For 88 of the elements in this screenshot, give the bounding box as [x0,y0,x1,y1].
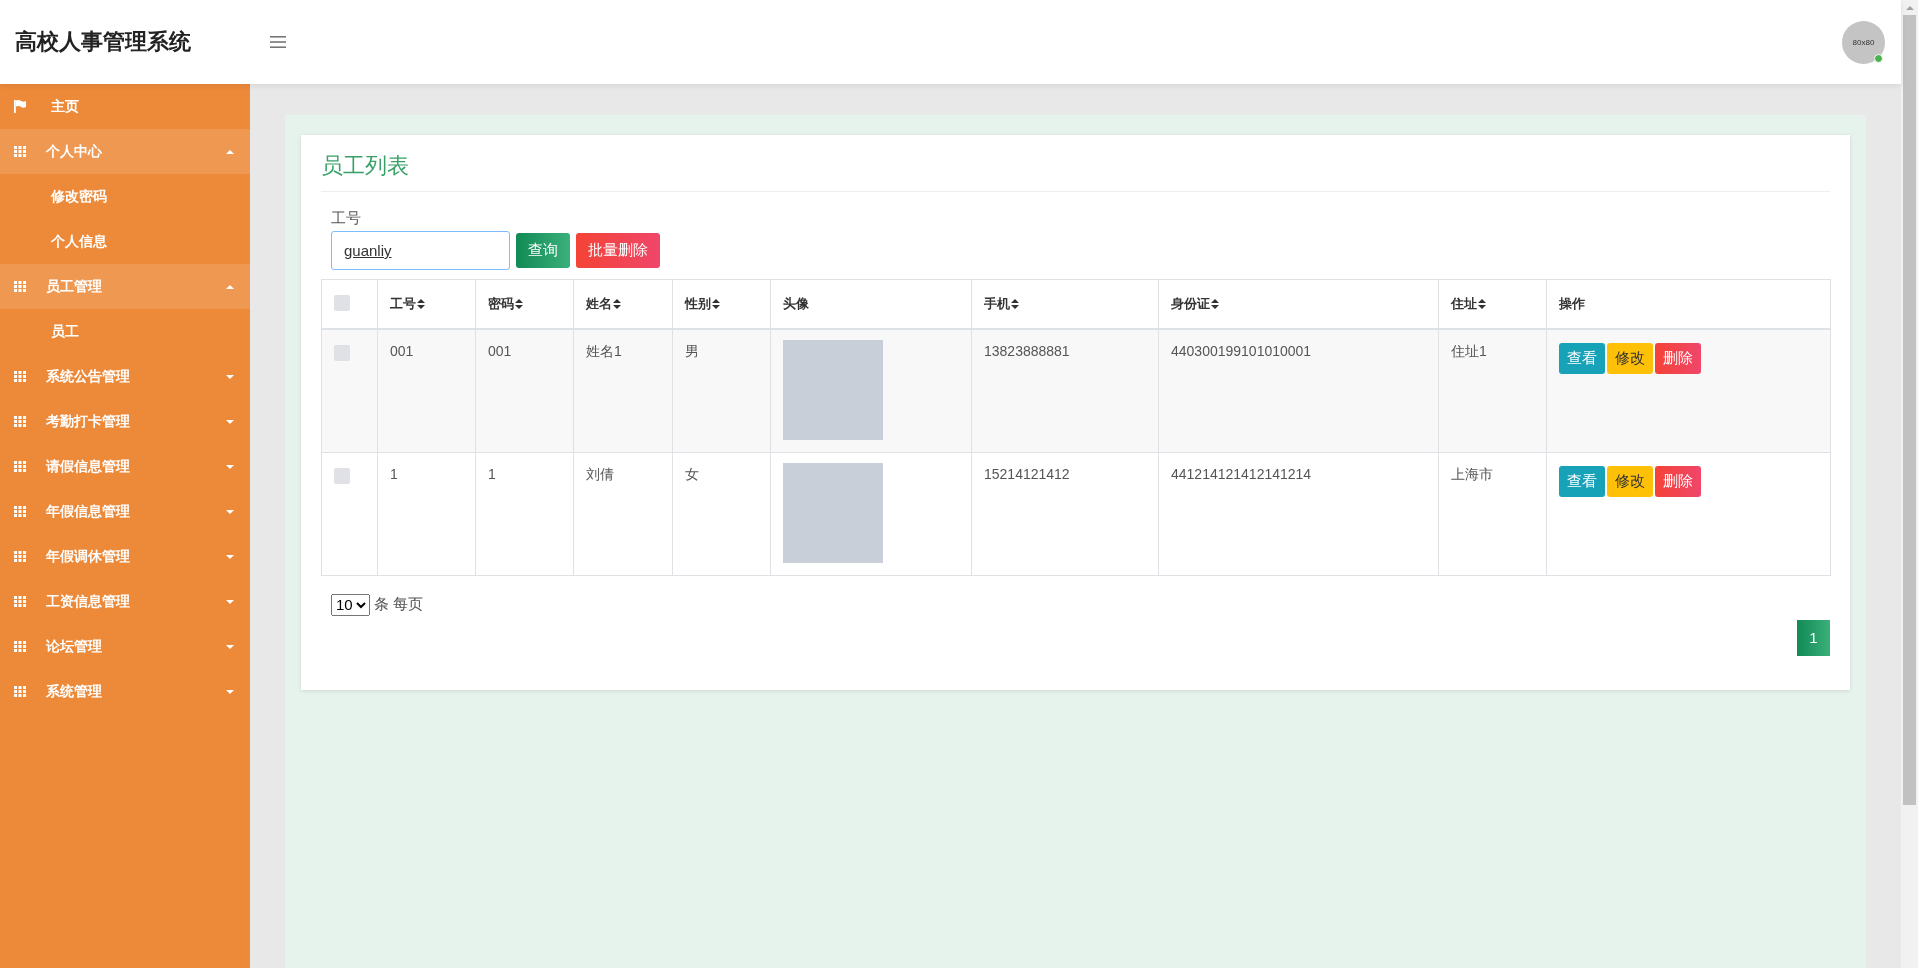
online-status-icon [1874,54,1883,63]
column-header[interactable]: 工号 [390,295,425,313]
grid-icon [14,506,26,517]
scrollbar[interactable] [1901,0,1918,968]
sidebar-item[interactable]: 主页 [0,84,250,129]
caret-down-icon [226,509,234,514]
table-cell: 440300199101010001 [1171,343,1312,359]
sort-icon[interactable] [613,299,621,309]
page-button[interactable]: 1 [1797,619,1830,656]
sidebar-item[interactable]: 系统管理 [0,669,250,714]
sidebar-item[interactable]: 论坛管理 [0,624,250,669]
batch-delete-button[interactable]: 批量删除 [576,233,660,268]
menu-icon[interactable] [270,36,286,48]
table-cell: 女 [685,465,699,482]
page-title: 员工列表 [321,151,1830,192]
delete-button[interactable]: 删除 [1655,343,1701,374]
select-all-checkbox[interactable] [334,294,350,311]
grid-icon [14,461,26,472]
sidebar-item[interactable]: 员工管理 [0,264,250,309]
grid-icon [14,641,26,652]
search-button[interactable]: 查询 [516,233,570,268]
caret-down-icon [226,464,234,469]
grid-icon [14,146,26,157]
scrollbar-thumb[interactable] [1903,15,1916,805]
table-cell: 13823888881 [984,343,1070,359]
sidebar-item[interactable]: 考勤打卡管理 [0,399,250,444]
sort-icon[interactable] [515,299,523,309]
sidebar-item[interactable]: 请假信息管理 [0,444,250,489]
table-cell: 刘倩 [586,465,614,482]
app-title: 高校人事管理系统 [14,28,192,56]
grid-icon [14,416,26,427]
edit-button[interactable]: 修改 [1607,465,1653,497]
table-cell: 1 [488,465,496,482]
sidebar-item[interactable]: 个人中心 [0,129,250,174]
sort-icon[interactable] [1211,299,1219,309]
grid-icon [14,596,26,607]
table-cell: 上海市 [1451,465,1493,482]
edit-button[interactable]: 修改 [1607,343,1653,374]
flag-icon [14,100,26,113]
field-label: 工号 [331,209,362,228]
column-header: 操作 [1559,295,1585,313]
caret-down-icon [226,644,234,649]
sort-icon[interactable] [712,299,720,309]
sort-icon[interactable] [1011,299,1019,309]
column-header[interactable]: 住址 [1451,295,1486,313]
sidebar-item[interactable]: 系统公告管理 [0,354,250,399]
table-cell: 姓名1 [586,343,622,359]
column-header[interactable]: 身份证 [1171,295,1219,313]
caret-down-icon [226,599,234,604]
caret-down-icon [226,554,234,559]
caret-down-icon [226,374,234,379]
grid-icon [14,371,26,382]
sidebar-item[interactable]: 年假调休管理 [0,534,250,579]
row-checkbox[interactable] [334,467,350,484]
sidebar-subitem[interactable]: 修改密码 [0,174,250,219]
delete-button[interactable]: 删除 [1655,465,1701,497]
table-cell: 001 [390,343,414,359]
column-header[interactable]: 手机 [984,295,1019,313]
sidebar-item[interactable]: 年假信息管理 [0,489,250,534]
view-button[interactable]: 查看 [1559,343,1605,374]
sort-icon[interactable] [1478,299,1486,309]
grid-icon [14,551,26,562]
column-header[interactable]: 性别 [685,295,720,313]
row-checkbox[interactable] [334,345,350,361]
employee-id-field[interactable]: guanliy [331,231,510,270]
caret-down-icon [226,689,234,694]
sidebar-subitem[interactable]: 个人信息 [0,219,250,264]
table-cell: 15214121412 [984,465,1070,482]
grid-icon [14,281,26,292]
avatar[interactable]: 80x80 [1842,20,1885,64]
sidebar-subitem[interactable]: 员工 [0,309,250,354]
grid-icon [14,686,26,697]
table-cell: 1 [390,465,398,482]
caret-up-icon [226,284,234,289]
table-cell: 001 [488,343,512,359]
column-header[interactable]: 密码 [488,295,523,313]
table-cell: 441214121412141214 [1171,465,1312,482]
caret-down-icon [226,419,234,424]
view-button[interactable]: 查看 [1559,465,1605,497]
sort-icon[interactable] [417,299,425,309]
sidebar-item[interactable]: 工资信息管理 [0,579,250,624]
column-header: 头像 [783,295,809,313]
column-header[interactable]: 姓名 [586,295,621,313]
table-cell: 男 [685,343,699,359]
caret-up-icon [226,149,234,154]
page-size-select[interactable]: 10 [331,593,370,616]
table-cell: 住址1 [1451,343,1487,359]
page-size-label: 条 每页 [374,595,424,614]
